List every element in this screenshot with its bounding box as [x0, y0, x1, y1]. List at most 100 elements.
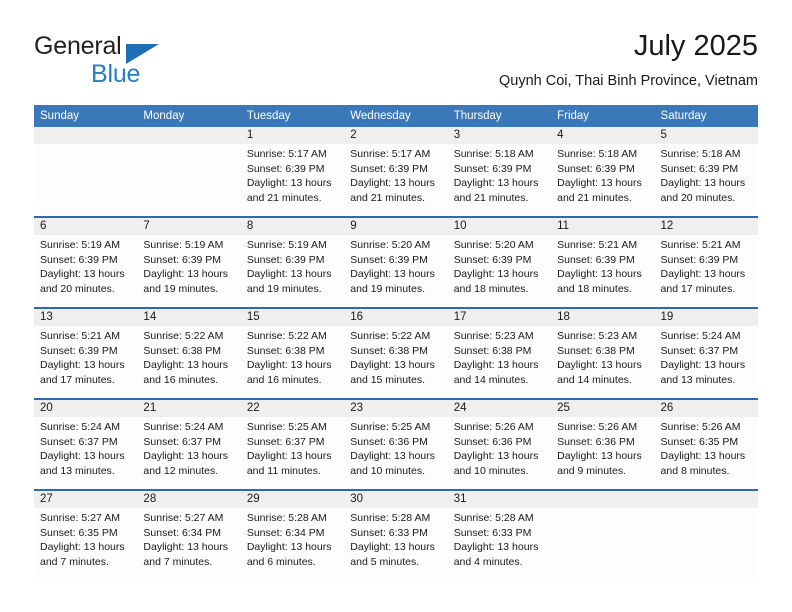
sunset-text: Sunset: 6:38 PM [557, 344, 635, 357]
daylight-line1-text: Daylight: 13 hours [143, 359, 229, 371]
calendar-body: 1 Sunrise: 5:17 AM Sunset: 6:39 PM Daylight… [34, 127, 758, 580]
calendar-day-cell[interactable]: 13 Sunrise: 5:21 AM Sunset: 6:39 PM Dayligh… [34, 307, 138, 399]
day-details: Sunrise: 5:18 AM Sunset: 6:39 PM Daylight:… [448, 144, 551, 205]
sunrise-text: Sunrise: 5:17 AM [350, 148, 431, 160]
calendar-day-cell[interactable]: 5 Sunrise: 5:18 AM Sunset: 6:39 PM Daylight… [654, 127, 758, 217]
day-number [654, 491, 758, 508]
daylight-line1-text: Daylight: 13 hours [40, 541, 125, 553]
calendar-day-cell[interactable]: 21 Sunrise: 5:24 AM Sunset: 6:37 PM Dayligh… [137, 398, 241, 490]
calendar-day-cell[interactable]: 16 Sunrise: 5:22 AM Sunset: 6:38 PM Dayligh… [344, 307, 448, 399]
sunset-text: Sunset: 6:37 PM [246, 435, 325, 448]
day-number: 13 [34, 309, 138, 326]
calendar-day-cell[interactable]: 30 Sunrise: 5:28 AM Sunset: 6:33 PM Dayligh… [344, 489, 448, 580]
calendar-day-cell[interactable]: 3 Sunrise: 5:18 AM Sunset: 6:39 PM Daylight… [447, 127, 552, 217]
calendar-week-row: 13 Sunrise: 5:21 AM Sunset: 6:39 PM Dayligh… [34, 307, 758, 399]
calendar-day-cell[interactable]: 28 Sunrise: 5:27 AM Sunset: 6:34 PM Dayligh… [137, 489, 241, 580]
calendar-day-cell[interactable]: 29 Sunrise: 5:28 AM Sunset: 6:34 PM Dayligh… [240, 489, 345, 580]
sunset-text: Sunset: 6:39 PM [557, 253, 635, 266]
day-details: Sunrise: 5:28 AM Sunset: 6:33 PM Daylight:… [448, 508, 551, 569]
daylight-line2-text: and 8 minutes. [660, 464, 730, 477]
daylight-line1-text: Daylight: 13 hours [40, 268, 125, 280]
daylight-line2-text: and 12 minutes. [143, 464, 219, 477]
daylight-line1-text: Daylight: 13 hours [246, 359, 332, 371]
calendar-day-cell[interactable]: 18 Sunrise: 5:23 AM Sunset: 6:38 PM Dayligh… [551, 307, 655, 399]
day-details: Sunrise: 5:28 AM Sunset: 6:33 PM Daylight:… [344, 508, 447, 569]
brand-name-general: General [34, 32, 122, 60]
daylight-line1-text: Daylight: 13 hours [40, 450, 125, 462]
calendar-day-cell[interactable]: 19 Sunrise: 5:24 AM Sunset: 6:37 PM Dayligh… [654, 307, 758, 399]
day-number: 31 [447, 491, 552, 508]
sunset-text: Sunset: 6:39 PM [246, 162, 325, 175]
calendar-day-cell[interactable]: 9 Sunrise: 5:20 AM Sunset: 6:39 PM Daylight… [344, 216, 448, 308]
calendar-day-cell[interactable]: 4 Sunrise: 5:18 AM Sunset: 6:39 PM Daylight… [551, 127, 655, 217]
calendar-day-cell[interactable]: 22 Sunrise: 5:25 AM Sunset: 6:37 PM Dayligh… [240, 398, 345, 490]
sunset-text: Sunset: 6:38 PM [453, 344, 532, 357]
calendar-table: Sunday Monday Tuesday Wednesday Thursday… [34, 105, 758, 580]
calendar-day-cell[interactable]: 12 Sunrise: 5:21 AM Sunset: 6:39 PM Dayligh… [654, 216, 758, 308]
calendar-day-cell[interactable]: 15 Sunrise: 5:22 AM Sunset: 6:38 PM Dayligh… [240, 307, 345, 399]
calendar-day-cell[interactable]: 14 Sunrise: 5:22 AM Sunset: 6:38 PM Dayligh… [137, 307, 241, 399]
sunrise-text: Sunrise: 5:24 AM [660, 330, 741, 342]
daylight-line1-text: Daylight: 13 hours [246, 450, 332, 462]
day-details: Sunrise: 5:28 AM Sunset: 6:34 PM Daylight:… [241, 508, 344, 569]
day-number: 6 [34, 218, 138, 235]
sunset-text: Sunset: 6:37 PM [40, 435, 118, 448]
calendar-day-cell[interactable]: 11 Sunrise: 5:21 AM Sunset: 6:39 PM Dayligh… [551, 216, 655, 308]
calendar-day-cell[interactable]: 1 Sunrise: 5:17 AM Sunset: 6:39 PM Daylight… [240, 127, 345, 217]
calendar-day-cell[interactable]: 23 Sunrise: 5:25 AM Sunset: 6:36 PM Dayligh… [344, 398, 448, 490]
daylight-line1-text: Daylight: 13 hours [246, 177, 332, 189]
page-header: General Blue July 2025 Quynh Coi, Thai B… [34, 28, 758, 98]
daylight-line2-text: and 20 minutes. [40, 282, 115, 295]
brand-logo[interactable]: General Blue [34, 32, 294, 92]
calendar-week-row: 27 Sunrise: 5:27 AM Sunset: 6:35 PM Dayligh… [34, 489, 758, 580]
sunset-text: Sunset: 6:36 PM [557, 435, 635, 448]
day-details: Sunrise: 5:21 AM Sunset: 6:39 PM Daylight:… [34, 326, 137, 387]
daylight-line2-text: and 21 minutes. [350, 191, 425, 204]
calendar-day-cell[interactable]: 24 Sunrise: 5:26 AM Sunset: 6:36 PM Dayligh… [447, 398, 552, 490]
daylight-line2-text: and 14 minutes. [557, 373, 632, 386]
sunrise-text: Sunrise: 5:18 AM [453, 148, 534, 160]
day-number: 30 [344, 491, 448, 508]
day-details: Sunrise: 5:17 AM Sunset: 6:39 PM Daylight:… [241, 144, 344, 205]
sunset-text: Sunset: 6:39 PM [660, 253, 739, 266]
calendar-cell-empty [137, 127, 241, 217]
weekday-header-sunday: Sunday [34, 105, 138, 127]
calendar-day-cell[interactable]: 7 Sunrise: 5:19 AM Sunset: 6:39 PM Daylight… [137, 216, 241, 308]
day-details: Sunrise: 5:22 AM Sunset: 6:38 PM Daylight:… [344, 326, 447, 387]
calendar-day-cell[interactable]: 20 Sunrise: 5:24 AM Sunset: 6:37 PM Dayligh… [34, 398, 138, 490]
sunset-text: Sunset: 6:38 PM [350, 344, 428, 357]
sunset-text: Sunset: 6:39 PM [246, 253, 325, 266]
sunset-text: Sunset: 6:39 PM [40, 344, 118, 357]
day-number: 25 [551, 400, 655, 417]
day-details: Sunrise: 5:20 AM Sunset: 6:39 PM Daylight:… [448, 235, 551, 296]
sunrise-text: Sunrise: 5:25 AM [350, 421, 431, 433]
sunset-text: Sunset: 6:35 PM [40, 526, 118, 539]
daylight-line1-text: Daylight: 13 hours [453, 541, 539, 553]
day-number: 5 [654, 127, 758, 144]
day-details: Sunrise: 5:24 AM Sunset: 6:37 PM Daylight:… [655, 326, 758, 387]
daylight-line1-text: Daylight: 13 hours [40, 359, 125, 371]
weekday-header-thursday: Thursday [447, 105, 552, 127]
sunset-text: Sunset: 6:39 PM [453, 253, 532, 266]
calendar-day-cell[interactable]: 10 Sunrise: 5:20 AM Sunset: 6:39 PM Dayligh… [447, 216, 552, 308]
day-details: Sunrise: 5:23 AM Sunset: 6:38 PM Daylight:… [448, 326, 551, 387]
daylight-line2-text: and 19 minutes. [143, 282, 219, 295]
calendar-day-cell[interactable]: 27 Sunrise: 5:27 AM Sunset: 6:35 PM Dayligh… [34, 489, 138, 580]
calendar-cell-empty [34, 127, 138, 217]
page-subtitle: Quynh Coi, Thai Binh Province, Vietnam [499, 73, 758, 89]
day-details: Sunrise: 5:25 AM Sunset: 6:37 PM Daylight:… [241, 417, 344, 478]
calendar-day-cell[interactable]: 26 Sunrise: 5:26 AM Sunset: 6:35 PM Dayligh… [654, 398, 758, 490]
daylight-line1-text: Daylight: 13 hours [350, 541, 435, 553]
day-details: Sunrise: 5:20 AM Sunset: 6:39 PM Daylight:… [344, 235, 447, 296]
calendar-day-cell[interactable]: 2 Sunrise: 5:17 AM Sunset: 6:39 PM Daylight… [344, 127, 448, 217]
sunset-text: Sunset: 6:39 PM [660, 162, 739, 175]
calendar-page: General Blue July 2025 Quynh Coi, Thai B… [0, 0, 792, 612]
daylight-line1-text: Daylight: 13 hours [246, 268, 332, 280]
calendar-week-row: 1 Sunrise: 5:17 AM Sunset: 6:39 PM Daylight… [34, 127, 758, 217]
calendar-day-cell[interactable]: 17 Sunrise: 5:23 AM Sunset: 6:38 PM Dayligh… [447, 307, 552, 399]
calendar-day-cell[interactable]: 6 Sunrise: 5:19 AM Sunset: 6:39 PM Daylight… [34, 216, 138, 308]
sunrise-text: Sunrise: 5:23 AM [557, 330, 638, 342]
calendar-day-cell[interactable]: 25 Sunrise: 5:26 AM Sunset: 6:36 PM Dayligh… [551, 398, 655, 490]
calendar-day-cell[interactable]: 8 Sunrise: 5:19 AM Sunset: 6:39 PM Daylight… [240, 216, 345, 308]
calendar-day-cell[interactable]: 31 Sunrise: 5:28 AM Sunset: 6:33 PM Dayligh… [447, 489, 552, 580]
